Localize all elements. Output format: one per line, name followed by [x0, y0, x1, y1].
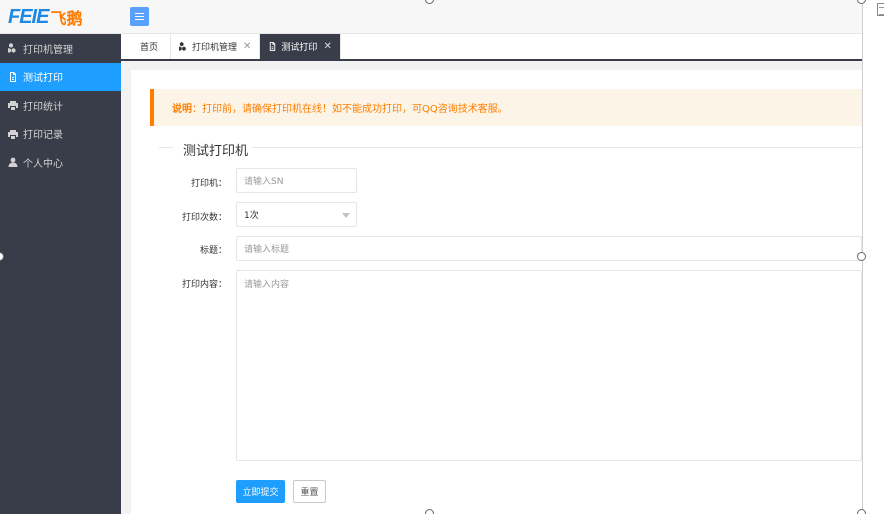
sidebar-item-print-stats[interactable]: 打印统计 — [0, 91, 121, 120]
notice-label: 说明 — [172, 104, 192, 115]
sidebar-item-label: 打印统计 — [23, 101, 63, 113]
document-icon — [7, 71, 18, 82]
document-icon — [877, 3, 884, 16]
printer-sn-placeholder: 请输入SN — [244, 177, 284, 187]
reset-button[interactable]: 重置 — [293, 480, 326, 503]
printer-sn-input[interactable]: 请输入SN — [236, 168, 357, 193]
logo-chinese-text: 飞鹅 — [50, 9, 83, 28]
print-times-label: 打印次数： — [181, 213, 227, 223]
resize-handle[interactable] — [857, 252, 866, 261]
content-label: 打印内容： — [181, 280, 227, 290]
hamburger-icon — [135, 13, 144, 20]
content-textarea[interactable]: 请输入内容 — [236, 270, 862, 461]
sidebar-item-printer-management[interactable]: 打印机管理 — [0, 34, 121, 63]
sidebar: 打印机管理 测试打印 打印统计 打印记录 个人中心 — [0, 34, 121, 514]
printer-icon — [7, 100, 18, 111]
tab-printer-management[interactable]: 打印机管理 ✕ — [171, 34, 261, 59]
resize-handle[interactable] — [857, 509, 866, 514]
sidebar-item-label: 打印机管理 — [23, 44, 73, 56]
sidebar-item-label: 测试打印 — [23, 73, 63, 85]
content-panel: 说明 ：打印前，请确保打印机在线！如不能成功打印，可QQ咨询技术客服。 测试打印机… — [131, 70, 862, 514]
printer-group-icon — [7, 43, 18, 54]
top-header: FEIE 飞鹅 — [0, 0, 862, 34]
resize-handle[interactable] — [425, 509, 434, 514]
print-times-select[interactable]: 1次 — [236, 202, 357, 227]
sidebar-item-print-records[interactable]: 打印记录 — [0, 120, 121, 149]
logo-latin-text: FEIE — [8, 5, 49, 28]
tab-bar: 首页 打印机管理 ✕ 测试打印 ✕ — [121, 34, 862, 61]
user-icon — [7, 157, 18, 168]
notice-text: ：打印前，请确保打印机在线！如不能成功打印，可QQ咨询技术客服。 — [192, 104, 508, 115]
submit-button[interactable]: 立即提交 — [236, 480, 285, 503]
printer-icon — [7, 128, 18, 139]
notice-banner: 说明 ：打印前，请确保打印机在线！如不能成功打印，可QQ咨询技术客服。 — [150, 89, 862, 126]
title-input[interactable]: 请输入标题 — [236, 236, 862, 261]
document-icon — [268, 42, 277, 51]
title-placeholder: 请输入标题 — [244, 245, 290, 255]
tab-home[interactable]: 首页 — [121, 34, 172, 59]
sidebar-item-test-print[interactable]: 测试打印 — [0, 62, 121, 91]
tab-label: 打印机管理 — [192, 43, 238, 53]
tab-test-print[interactable]: 测试打印 ✕ — [260, 34, 341, 59]
chevron-down-icon — [342, 213, 350, 218]
tab-label: 测试打印 — [281, 43, 318, 53]
close-icon[interactable]: ✕ — [243, 41, 251, 52]
sidebar-item-label: 打印记录 — [23, 130, 63, 142]
content-placeholder: 请输入内容 — [244, 280, 290, 290]
divider — [159, 147, 173, 148]
close-icon[interactable]: ✕ — [323, 41, 331, 52]
print-times-value: 1次 — [244, 211, 259, 221]
printer-label: 打印机： — [190, 179, 227, 189]
tab-label: 首页 — [140, 43, 159, 53]
title-label: 标题： — [199, 246, 227, 256]
menu-toggle-button[interactable] — [130, 7, 149, 26]
form-legend: 测试打印机 — [179, 140, 253, 159]
divider — [249, 147, 862, 148]
sidebar-item-personal-center[interactable]: 个人中心 — [0, 148, 121, 177]
printer-group-icon — [179, 42, 188, 51]
sidebar-item-label: 个人中心 — [23, 158, 63, 170]
logo: FEIE 飞鹅 — [8, 4, 82, 30]
